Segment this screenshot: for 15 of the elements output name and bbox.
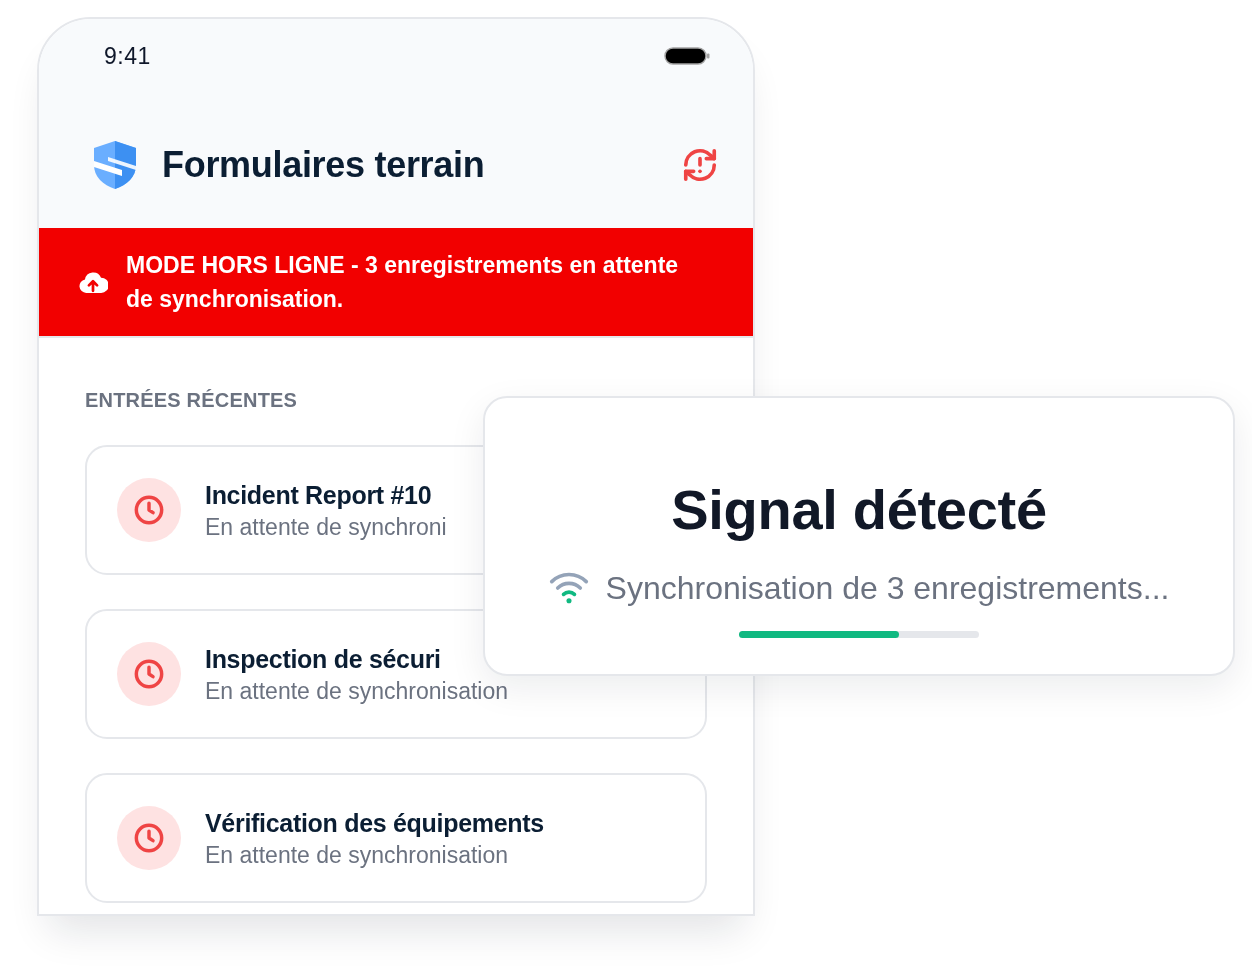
cloud-upload-icon [78, 270, 108, 294]
entry-status: En attente de synchronisation [205, 842, 509, 868]
entry-title: Vérification des équipements [205, 808, 544, 838]
shield-logo-icon [92, 139, 138, 190]
wifi-icon [548, 572, 589, 604]
entry-title: Inspection de sécuri [205, 644, 441, 674]
entry-status: En attente de synchroni [205, 514, 447, 540]
status-time: 9:41 [104, 42, 151, 70]
entry-status: En attente de synchronisation [205, 678, 509, 704]
section-heading: ENTRÉES RÉCENTES [85, 388, 298, 412]
entry-card[interactable]: Vérification des équipements En attente de synchronisation [85, 773, 707, 903]
app-title: Formulaires terrain [162, 143, 486, 186]
entry-title: Incident Report #10 [205, 480, 432, 510]
battery-icon [664, 47, 710, 65]
banner-text: MODE HORS LIGNE - 3 enregistrements en attente de synchronisation. [126, 251, 680, 314]
